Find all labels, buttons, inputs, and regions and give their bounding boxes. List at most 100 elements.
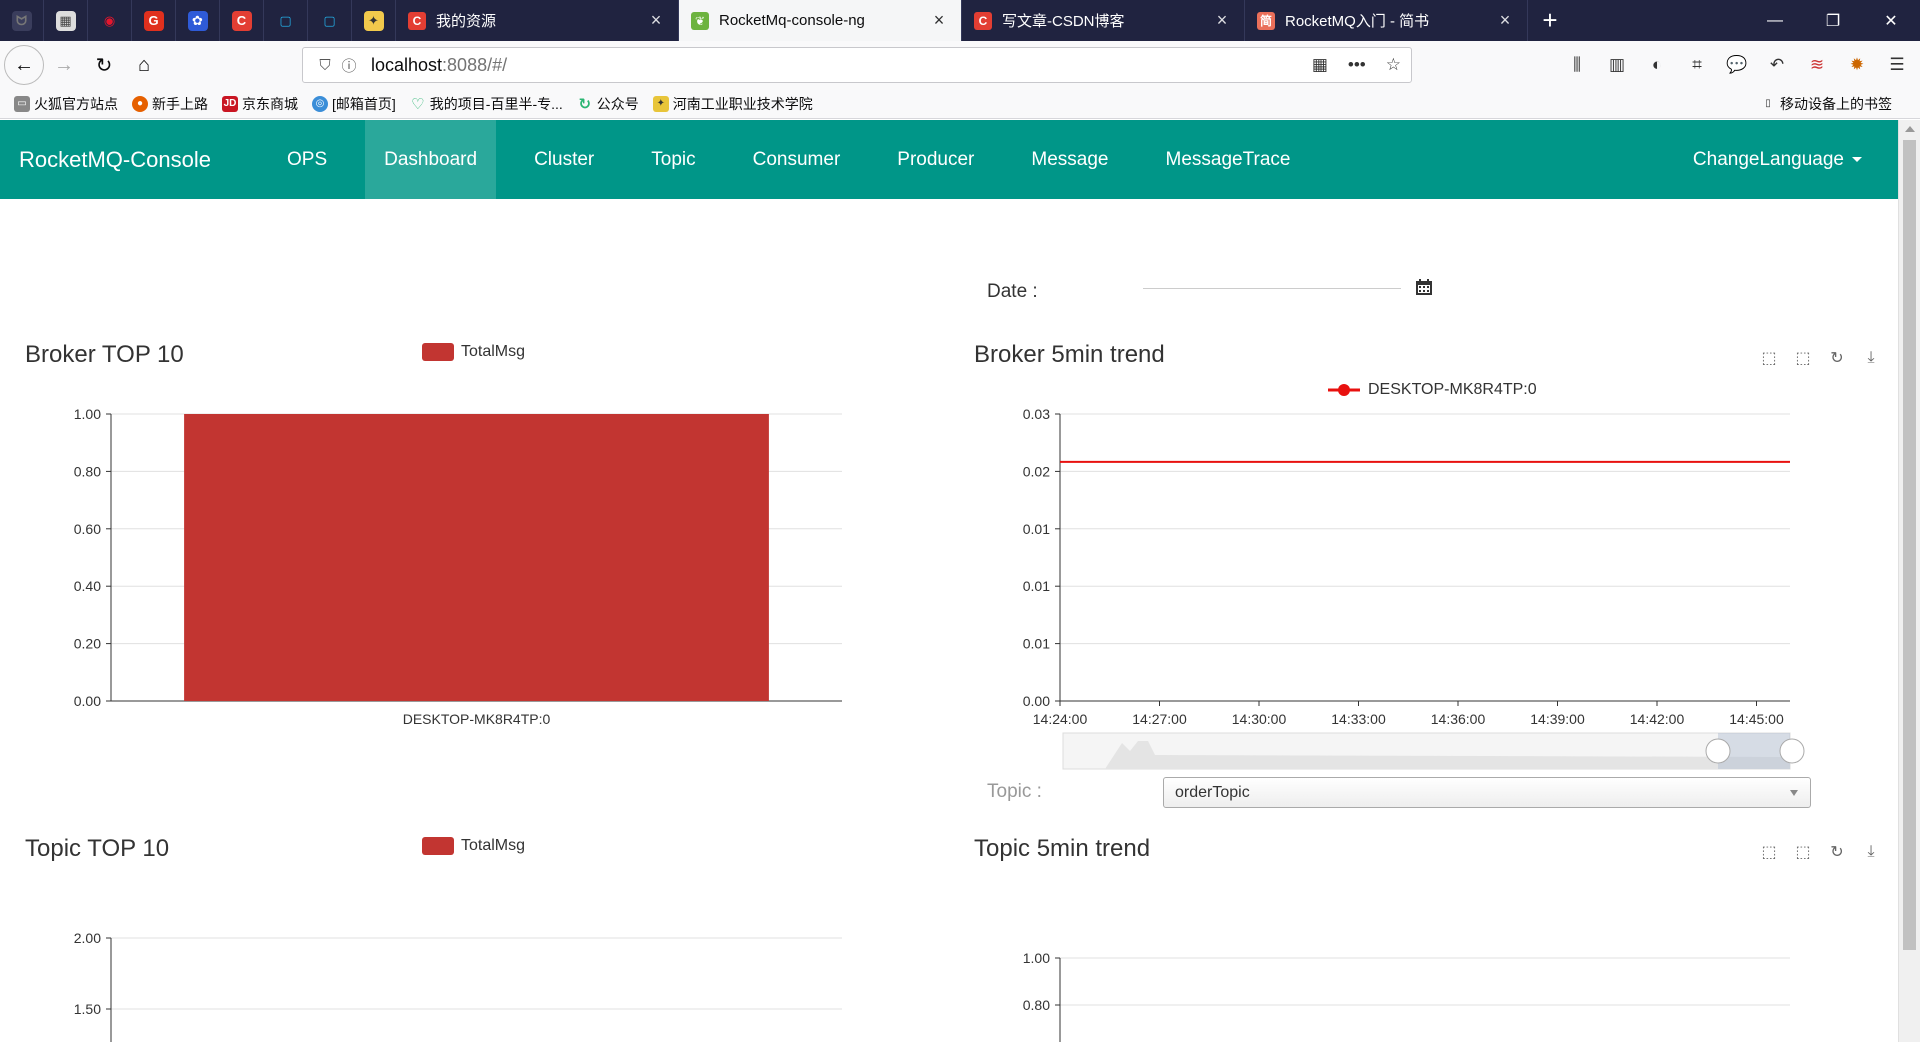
calendar-icon[interactable] — [1415, 278, 1433, 296]
close-window-icon[interactable]: ✕ — [1862, 0, 1920, 41]
nav-cluster[interactable]: Cluster — [515, 120, 613, 199]
date-input[interactable] — [1143, 261, 1401, 289]
y-tick-label: 1.50 — [74, 1001, 101, 1017]
menu-icon[interactable]: ☰ — [1884, 52, 1910, 78]
change-language-dropdown[interactable]: ChangeLanguage — [1693, 120, 1862, 199]
broker-top10-chart: 0.00 0.20 0.40 0.60 0.80 1.00 DESKTOP-MK8R4TP:… — [74, 406, 842, 727]
zoom-reset-icon[interactable]: ⬚ — [1794, 843, 1812, 861]
restore-icon[interactable]: ↻ — [1828, 843, 1846, 861]
close-tab-icon[interactable]: × — [646, 10, 666, 31]
legend-label: TotalMsg — [461, 837, 526, 854]
back-button[interactable]: ← — [4, 45, 44, 85]
window-controls: — ❐ ✕ — [1746, 0, 1920, 41]
topic-label: Topic : — [987, 781, 1042, 802]
pinned-tab[interactable]: C — [220, 0, 264, 41]
browser-tab[interactable]: C 我的资源 × — [396, 0, 679, 41]
bookmark-item[interactable]: ◎ [邮箱首页] — [312, 94, 396, 114]
pinned-tab[interactable]: ▢ — [308, 0, 352, 41]
library-icon[interactable]: ⫼ — [1564, 52, 1590, 78]
mobile-icon: ▯ — [1765, 98, 1771, 109]
undo-icon[interactable]: ↶ — [1764, 52, 1790, 78]
page-scrollbar[interactable] — [1898, 120, 1920, 1042]
csdn-icon: C — [408, 11, 426, 30]
scrollbar-thumb[interactable] — [1903, 140, 1916, 950]
nav-messagetrace[interactable]: MessageTrace — [1147, 120, 1310, 199]
nav-consumer[interactable]: Consumer — [734, 120, 860, 199]
nav-topic[interactable]: Topic — [632, 120, 714, 199]
home-button[interactable]: ⌂ — [124, 45, 164, 85]
download-icon[interactable]: ⤓ — [1862, 349, 1880, 367]
folder-icon: ▭ — [14, 95, 30, 112]
bookmark-item[interactable]: ↻ 公众号 — [577, 94, 638, 114]
download-icon[interactable]: ⤓ — [1862, 843, 1880, 861]
close-tab-icon[interactable]: × — [1495, 10, 1515, 31]
extension-icon[interactable]: ✹ — [1844, 52, 1870, 78]
y-tick-label: 0.01 — [1023, 521, 1050, 537]
restore-icon[interactable]: ❐ — [1804, 0, 1862, 41]
nav-producer[interactable]: Producer — [878, 120, 993, 199]
zoom-icon[interactable]: ⬚ — [1760, 349, 1778, 367]
reload-button[interactable]: ↻ — [84, 45, 124, 85]
pinned-site-icon: ▦ — [55, 10, 76, 31]
close-tab-icon[interactable]: × — [929, 10, 949, 31]
extension-icon[interactable]: ≋ — [1804, 52, 1830, 78]
bookmark-item[interactable]: ● 新手上路 — [132, 94, 208, 114]
pinned-tab[interactable]: ᗢ — [0, 0, 44, 41]
bookmark-item[interactable]: JD 京东商城 — [222, 94, 298, 114]
tab-title: 我的资源 — [436, 13, 497, 30]
url-text[interactable]: localhost:8088/#/ — [371, 55, 507, 76]
url-bar[interactable]: ⛉ ⓘ localhost:8088/#/ ▦ ••• ☆ — [302, 47, 1412, 83]
topic-trend-title: Topic 5min trend — [974, 835, 1151, 862]
pinned-tab[interactable]: ✦ — [352, 0, 396, 41]
screenshot-icon[interactable]: ⌗ — [1684, 52, 1710, 78]
y-tick-label: 0.01 — [1023, 578, 1050, 594]
bilibili-icon: ▢ — [279, 12, 292, 28]
minimize-icon[interactable]: — — [1746, 0, 1804, 41]
broker-top10-legend[interactable]: TotalMsg — [422, 343, 525, 361]
zoom-reset-icon[interactable]: ⬚ — [1794, 349, 1812, 367]
pinned-tab[interactable]: ✿ — [176, 0, 220, 41]
restore-icon[interactable]: ↻ — [1828, 349, 1846, 367]
bookmark-item[interactable]: ✦ 河南工业职业技术学院 — [652, 94, 813, 114]
broker-top10-title: Broker TOP 10 — [25, 341, 184, 368]
pinned-tab[interactable]: ▢ — [264, 0, 308, 41]
x-tick-label: 14:42:00 — [1630, 711, 1685, 727]
pinned-tab[interactable]: G — [132, 0, 176, 41]
more-icon[interactable]: ••• — [1348, 55, 1366, 75]
pinned-tab[interactable]: ▦ — [44, 0, 88, 41]
info-icon[interactable]: ⓘ — [337, 55, 361, 76]
topic-top10-legend[interactable]: TotalMsg — [422, 837, 525, 855]
bookmark-star-icon[interactable]: ☆ — [1386, 55, 1401, 75]
change-language-label: ChangeLanguage — [1692, 148, 1844, 170]
pinned-tab[interactable]: ◉ — [88, 0, 132, 41]
browser-window: ᗢ ▦ ◉ G ✿ C ▢ ▢ ✦ C 我的资源 × ❦ RocketMq-co… — [0, 0, 1920, 1042]
zoom-icon[interactable]: ⬚ — [1760, 843, 1778, 861]
browser-tab[interactable]: 简 RocketMQ入门 - 简书 × — [1245, 0, 1528, 41]
browser-tab[interactable]: C 写文章-CSDN博客 × — [962, 0, 1245, 41]
shield-icon[interactable]: ⛉ — [313, 57, 337, 74]
nav-message[interactable]: Message — [1012, 120, 1127, 199]
bookmark-item[interactable]: ♡ 我的项目-百里半-专... — [410, 94, 563, 114]
extension-icon[interactable]: ◐ — [1644, 52, 1670, 78]
close-tab-icon[interactable]: × — [1212, 10, 1232, 31]
y-tick-label: 0.80 — [1023, 997, 1050, 1013]
bookmark-label: 新手上路 — [152, 95, 208, 112]
nav-dashboard[interactable]: Dashboard — [365, 120, 497, 199]
bookmark-label: 京东商城 — [242, 95, 298, 112]
sidebar-icon[interactable]: ▥ — [1604, 52, 1630, 78]
nav-ops[interactable]: OPS — [268, 120, 346, 199]
browser-tab-active[interactable]: ❦ RocketMq-console-ng × — [679, 0, 962, 41]
baidu-icon: ✿ — [187, 10, 208, 31]
qr-code-icon[interactable]: ▦ — [1312, 55, 1328, 75]
topic-select-value: orderTopic — [1175, 783, 1250, 801]
project-icon: ♡ — [411, 95, 425, 113]
y-tick-label: 0.80 — [74, 463, 101, 479]
scroll-up-icon[interactable] — [1905, 126, 1915, 132]
chat-icon[interactable]: 💬 — [1724, 52, 1750, 78]
new-tab-button[interactable]: + — [1528, 0, 1572, 41]
app-brand[interactable]: RocketMQ-Console — [0, 147, 268, 173]
forward-button[interactable]: → — [44, 45, 84, 85]
topic-select[interactable]: orderTopic — [1163, 777, 1811, 808]
mobile-bookmarks[interactable]: ▯ 移动设备上的书签 — [1760, 94, 1892, 114]
bookmark-item[interactable]: ▭ 火狐官方站点 — [14, 94, 118, 114]
